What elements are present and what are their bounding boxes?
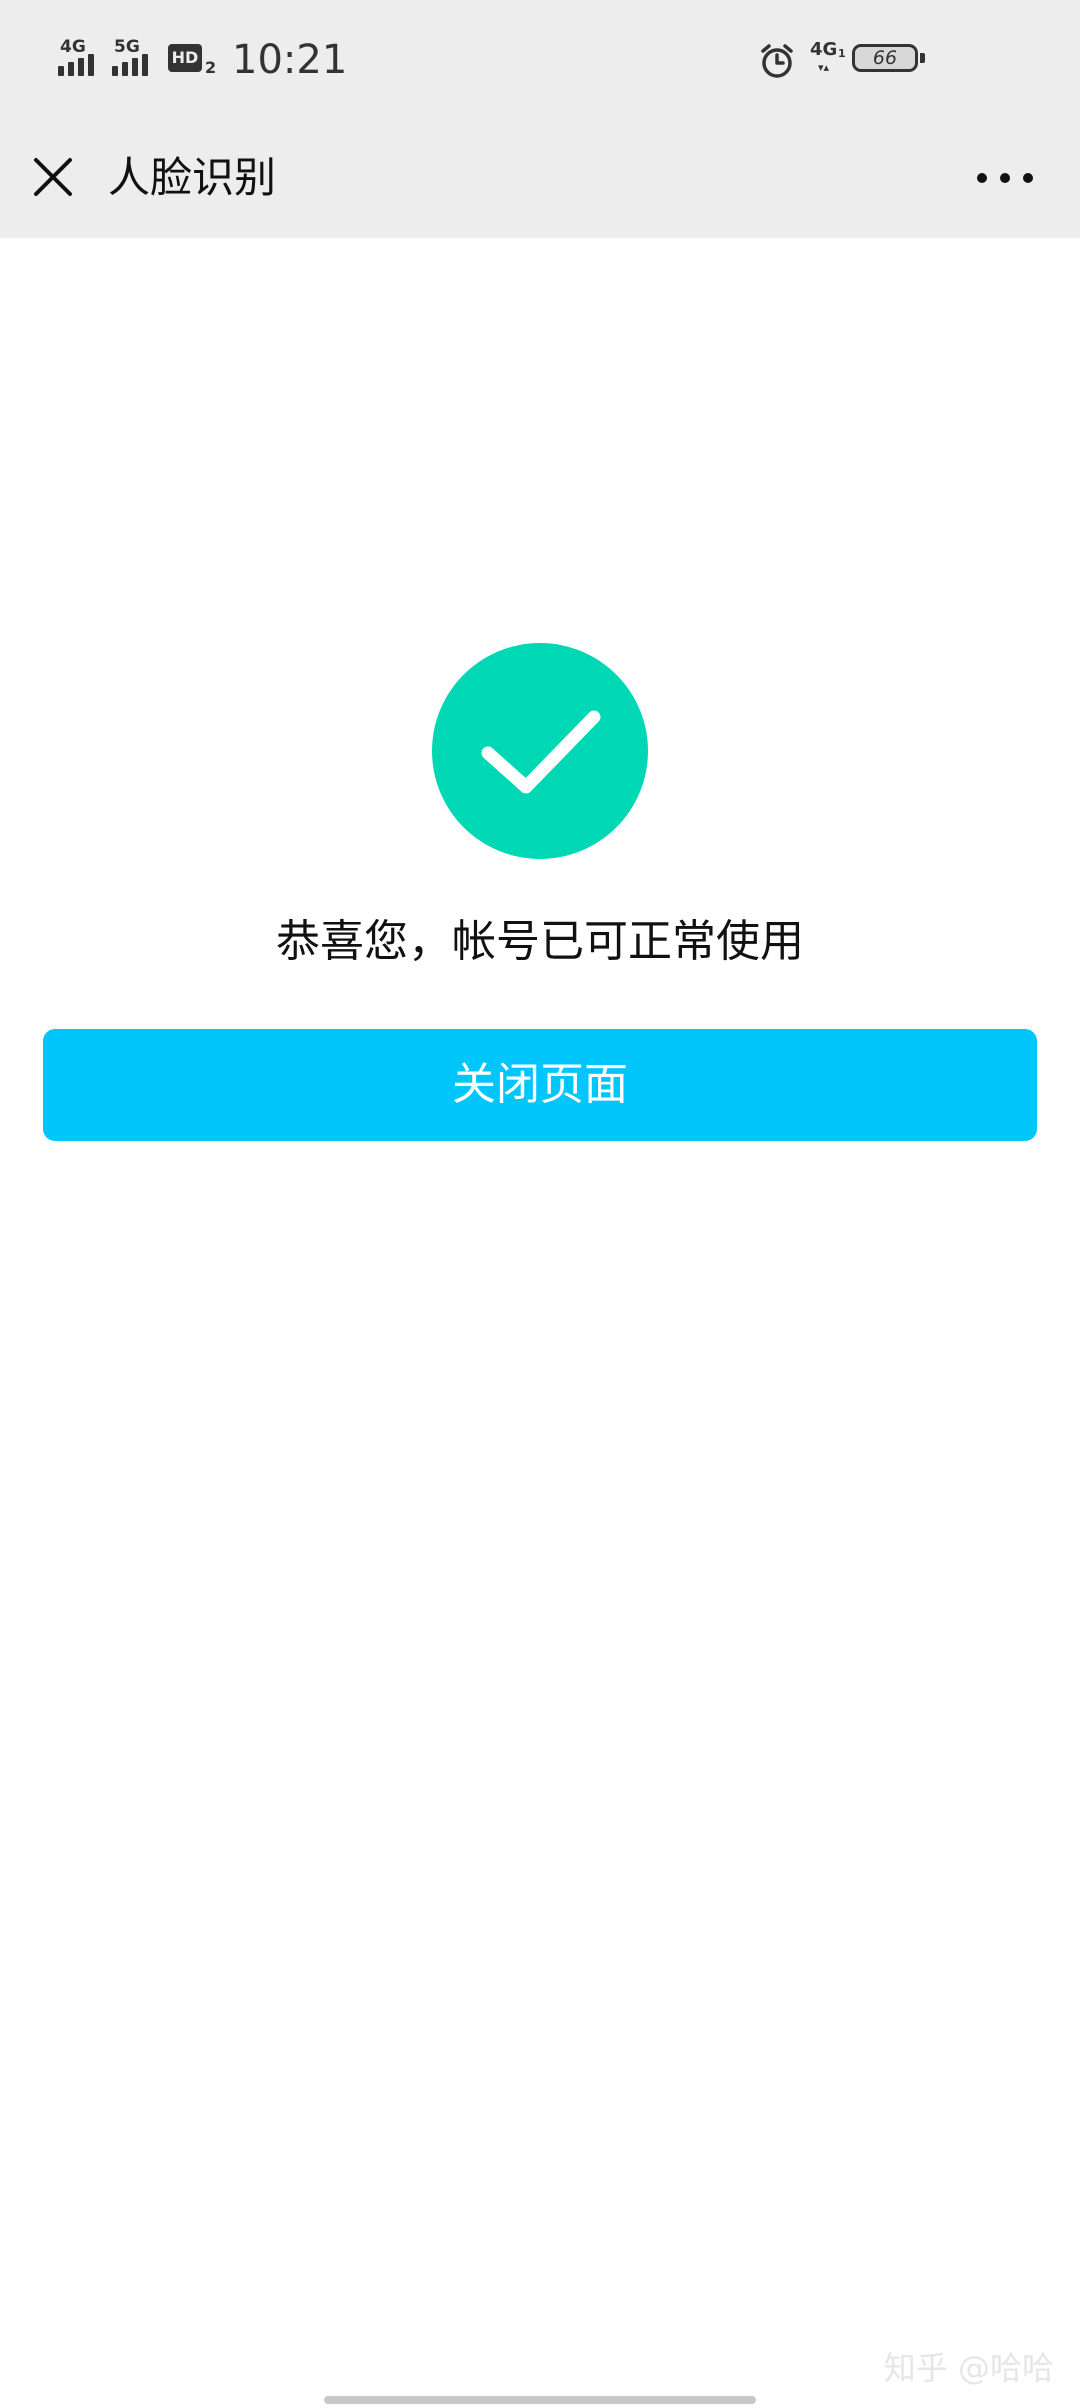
close-page-button[interactable]: 关闭页面 <box>43 1029 1037 1141</box>
hd-voice-icon: HD 2 <box>168 44 217 77</box>
close-icon[interactable] <box>24 148 84 208</box>
data-arrows-icon: ▾▴ <box>818 61 830 74</box>
more-options-icon[interactable] <box>970 150 1040 206</box>
hd-sub-label: 2 <box>205 58 217 77</box>
data-network-sub-label: 1 <box>838 47 846 60</box>
page-title: 人脸识别 <box>108 153 277 202</box>
battery-level: 66 <box>872 47 898 69</box>
alarm-clock-icon <box>761 44 793 78</box>
home-indicator[interactable] <box>324 2396 756 2404</box>
watermark: 知乎 @哈哈 <box>883 2349 1054 2387</box>
data-activity-icon: 4G 1 ▾▴ <box>810 40 846 80</box>
status-time: 10:21 <box>232 37 348 83</box>
check-circle-icon <box>432 643 648 859</box>
battery-icon: 66 <box>852 44 928 76</box>
status-bar: 4G 5G HD 2 10:21 4G 1 ▾▴ 66 <box>0 0 1080 120</box>
success-message: 恭喜您，帐号已可正常使用 <box>276 916 804 967</box>
sim1-signal-icon: 4G <box>58 38 104 78</box>
sim2-signal-icon: 5G <box>112 38 158 78</box>
data-network-label: 4G <box>810 39 838 60</box>
nav-bar: 人脸识别 <box>0 120 1080 238</box>
hd-label: HD <box>168 44 202 72</box>
